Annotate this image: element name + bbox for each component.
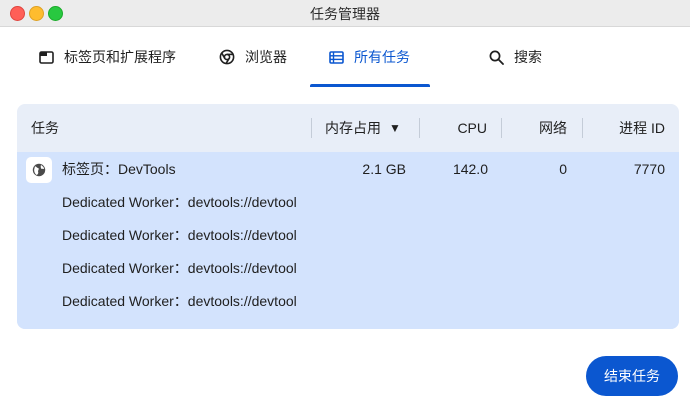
task-name: Dedicated Worker：devtools://devtool [62, 193, 297, 210]
column-divider[interactable] [311, 118, 312, 138]
table-row[interactable]: 标签页：DevTools 2.1 GB 142.0 0 7770 [17, 152, 679, 185]
tab-label: 所有任务 [354, 49, 410, 65]
column-header-task[interactable]: 任务 [31, 104, 59, 152]
table-row[interactable]: Dedicated Worker：devtools://devtool [17, 185, 679, 218]
tab-tabs-and-extensions[interactable]: 标签页和扩展程序 [39, 27, 176, 87]
column-header-cpu[interactable]: CPU [420, 104, 487, 152]
active-tab-indicator [310, 84, 430, 87]
end-task-button[interactable]: 结束任务 [586, 356, 678, 396]
column-header-label: 内存占用 [325, 120, 381, 136]
table-row[interactable]: Dedicated Worker：devtools://devtool [17, 218, 679, 251]
tab-icon [39, 50, 54, 64]
column-header-network[interactable]: 网络 [502, 104, 567, 152]
tab-all-tasks[interactable]: 所有任务 [329, 27, 410, 87]
tab-label: 浏览器 [245, 49, 287, 65]
table-header: 任务 内存占用 ▼ CPU 网络 进程 ID [17, 104, 679, 152]
process-id-value: 7770 [633, 160, 665, 177]
task-name: 标签页：DevTools [62, 160, 176, 177]
table-row[interactable]: Dedicated Worker：devtools://devtool [17, 251, 679, 284]
task-name: Dedicated Worker：devtools://devtool [62, 292, 297, 309]
table-row[interactable]: Dedicated Worker：devtools://devtool [17, 284, 679, 317]
tab-label: 标签页和扩展程序 [64, 49, 176, 65]
list-icon [329, 50, 344, 64]
title-bar: 任务管理器 [0, 0, 690, 27]
tab-browser[interactable]: 浏览器 [219, 27, 287, 87]
cpu-value: 142.0 [452, 160, 488, 177]
window-title: 任务管理器 [310, 6, 380, 22]
tab-label: 搜索 [514, 49, 542, 65]
tab-search[interactable]: 搜索 [489, 27, 542, 87]
task-name: Dedicated Worker：devtools://devtool [62, 226, 297, 243]
column-header-memory[interactable]: 内存占用 ▼ [325, 104, 401, 152]
table-body: 标签页：DevTools 2.1 GB 142.0 0 7770 Dedicat… [17, 152, 679, 329]
globe-icon [26, 157, 52, 183]
memory-value: 2.1 GB [362, 160, 406, 177]
task-name: Dedicated Worker：devtools://devtool [62, 259, 297, 276]
column-header-process-id[interactable]: 进程 ID [583, 104, 665, 152]
search-icon [489, 50, 504, 65]
chrome-icon [219, 49, 235, 65]
task-table: 任务 内存占用 ▼ CPU 网络 进程 ID 标签页：DevTools 2.1 … [17, 104, 679, 329]
tab-bar: 标签页和扩展程序 浏览器 所有任务 搜索 [0, 27, 690, 87]
sort-descending-icon: ▼ [389, 121, 401, 135]
network-value: 0 [559, 160, 567, 177]
